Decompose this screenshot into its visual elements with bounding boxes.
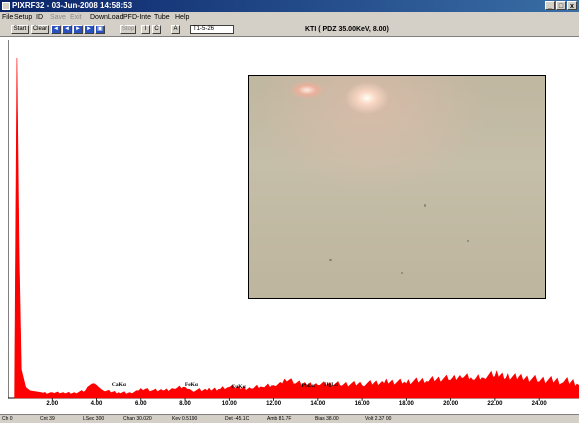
peak-label: CaKα — [112, 382, 127, 388]
sample-speck — [424, 204, 426, 207]
peak-label: FeKα — [185, 382, 199, 388]
menu-download[interactable]: DownLoad — [90, 12, 123, 23]
last-icon[interactable]: ► — [84, 25, 94, 34]
sample-speck — [467, 240, 469, 242]
maximize-button[interactable]: □ — [556, 1, 566, 10]
fit-icon[interactable]: ▣ — [95, 25, 105, 34]
window-controls: _ □ x — [545, 1, 577, 10]
menu-help[interactable]: Help — [175, 12, 189, 23]
menu-save[interactable]: Save — [50, 12, 66, 23]
clear-button[interactable]: Clear — [31, 25, 49, 34]
app-icon[interactable] — [2, 2, 10, 10]
menu-pfd-inte[interactable]: PFD-Inte — [123, 12, 151, 23]
x-tick-label: 10.00 — [222, 401, 238, 406]
sample-speck — [401, 272, 403, 274]
menu-bar: File Setup ID Save Exit DownLoad PFD-Int… — [0, 12, 579, 23]
x-tick-label: 14.00 — [310, 401, 326, 406]
x-ticks: 2.00 4.00 6.00 8.00 10.00 12.00 14.00 16.00 18.0… — [46, 398, 547, 406]
title-bar: PIXRF32 - 03-Jun-2008 14:58:53 _ □ x — [0, 0, 579, 12]
minimize-button[interactable]: _ — [545, 1, 555, 10]
acquisition-info: KTI ( PDZ 35.00KeV, 8.00) — [305, 26, 389, 33]
peak-label: CuKα — [231, 384, 246, 390]
x-tick-label: 4.00 — [91, 401, 103, 406]
x-tick-label: 6.00 — [135, 401, 147, 406]
sample-id-input[interactable]: T1-5-26 — [190, 25, 234, 34]
window-title: PIXRF32 - 03-Jun-2008 14:58:53 — [12, 1, 133, 10]
menu-setup[interactable]: Setup — [14, 12, 32, 23]
toolbar: Start Clear ◄ ◄ ► ► ▣ Stop I C A T1-5-26… — [0, 23, 579, 37]
x-tick-label: 16.00 — [355, 401, 371, 406]
peak-label: PbLα — [301, 383, 315, 389]
x-tick-label: 12.00 — [266, 401, 282, 406]
x-tick-label: 24.00 — [532, 401, 548, 406]
menu-tube[interactable]: Tube — [154, 12, 170, 23]
x-tick-label: 8.00 — [179, 401, 191, 406]
a-button[interactable]: A — [171, 25, 180, 34]
stop-button[interactable]: Stop — [120, 25, 136, 34]
start-button[interactable]: Start — [11, 25, 29, 34]
x-tick-label: 22.00 — [487, 401, 503, 406]
camera-view — [248, 75, 546, 299]
sample-speck — [329, 259, 332, 261]
menu-file[interactable]: File — [2, 12, 13, 23]
c-button[interactable]: C — [152, 25, 161, 34]
peak-label: HgLα — [324, 382, 339, 388]
menu-id[interactable]: ID — [36, 12, 43, 23]
i-button[interactable]: I — [141, 25, 150, 34]
x-tick-label: 18.00 — [399, 401, 415, 406]
next-icon[interactable]: ► — [73, 25, 83, 34]
menu-exit[interactable]: Exit — [70, 12, 82, 23]
close-button[interactable]: x — [567, 1, 577, 10]
prev-icon[interactable]: ◄ — [62, 25, 72, 34]
first-icon[interactable]: ◄ — [51, 25, 61, 34]
x-tick-label: 2.00 — [46, 401, 58, 406]
x-tick-label: 20.00 — [443, 401, 459, 406]
